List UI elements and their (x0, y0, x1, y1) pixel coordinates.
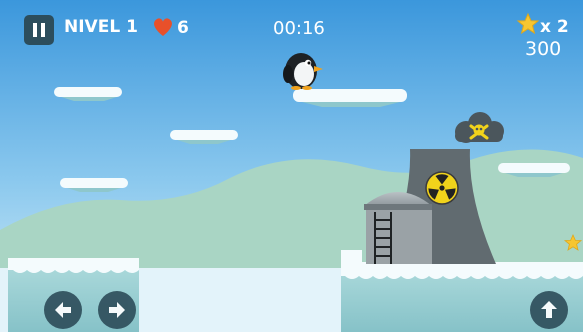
arrow-left-icon (55, 302, 71, 318)
arrow-right-icon (109, 302, 125, 318)
lives-count: 6 (177, 18, 189, 38)
jump-button[interactable] (530, 291, 568, 329)
game-scene (0, 0, 583, 332)
timer: 00:16 (273, 18, 325, 39)
radiation-icon (425, 171, 459, 205)
pause-icon (33, 23, 45, 37)
move-right-button[interactable] (98, 291, 136, 329)
score: 300 (525, 38, 562, 60)
pause-button[interactable] (24, 15, 54, 45)
arrow-up-icon (541, 301, 557, 318)
move-left-button[interactable] (44, 291, 82, 329)
stars-count: x 2 (540, 17, 569, 37)
game-screen: NIVEL 1 6 00:16 x 2 300 (0, 0, 583, 332)
level-label: NIVEL 1 (64, 17, 138, 37)
ladder (374, 212, 392, 264)
